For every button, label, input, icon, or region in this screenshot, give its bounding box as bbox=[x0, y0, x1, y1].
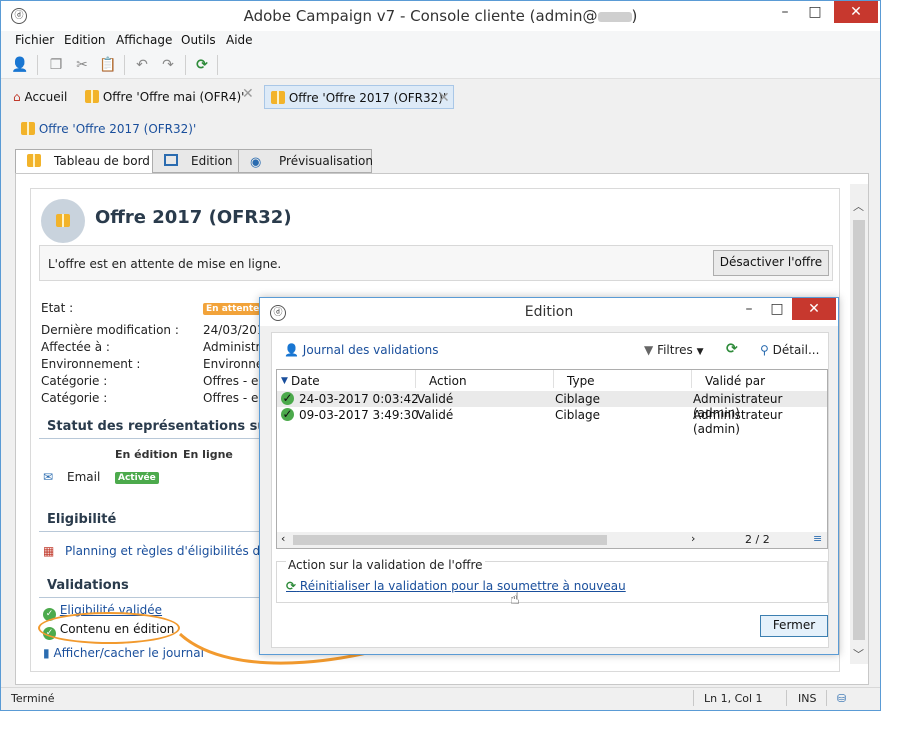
reset-validation-label: Réinitialiser la validation pour la soum… bbox=[299, 579, 626, 593]
dialog-body: 👤 Journal des validations ▼ Filtres ▼ ⟳ … bbox=[271, 332, 829, 648]
close-dialog-button[interactable]: Fermer bbox=[760, 615, 828, 637]
refresh-icon: ⟳ bbox=[286, 579, 297, 593]
action-group-legend: Action sur la validation de l'offre bbox=[286, 558, 485, 572]
cell-action: Validé bbox=[417, 392, 454, 406]
filter-icon: ▼ bbox=[644, 343, 654, 357]
column-separator bbox=[691, 370, 692, 388]
detail-label: Détail... bbox=[772, 343, 820, 357]
check-icon: ✓ bbox=[281, 391, 294, 405]
user-icon: 👤 bbox=[284, 343, 299, 357]
validations-list[interactable]: ▼ Date Action Type Validé par ✓ 24-03-20… bbox=[276, 369, 828, 549]
sort-desc-icon: ▼ bbox=[281, 376, 288, 386]
list-horizontal-scrollbar[interactable]: ‹ › 2 / 2 ≡ bbox=[277, 532, 827, 548]
cell-action: Validé bbox=[417, 408, 454, 422]
column-separator bbox=[415, 370, 416, 388]
detail-button[interactable]: ⚲ Détail... bbox=[760, 343, 819, 357]
col-header-action[interactable]: Action bbox=[429, 374, 467, 388]
list-menu-icon[interactable]: ≡ bbox=[813, 532, 822, 545]
dialog-close-button[interactable]: ✕ bbox=[792, 298, 836, 320]
table-row[interactable]: ✓ 24-03-2017 0:03:42 Validé Ciblage Admi… bbox=[277, 391, 827, 420]
refresh-icon[interactable]: ⟳ bbox=[726, 341, 738, 357]
hand-cursor-icon: ☝ bbox=[510, 589, 520, 608]
dialog-title-bar: ⓓ Edition – □ ✕ bbox=[260, 298, 838, 326]
chevron-down-icon: ▼ bbox=[696, 347, 704, 357]
reset-validation-link[interactable]: ⟳ Réinitialiser la validation pour la so… bbox=[286, 579, 626, 593]
cell-validator: Administrateur (admin) bbox=[693, 408, 783, 436]
check-icon: ✓ bbox=[281, 407, 294, 421]
filters-label: Filtres bbox=[657, 343, 693, 357]
column-separator bbox=[553, 370, 554, 388]
cell-date: 09-03-2017 3:49:30 bbox=[299, 408, 419, 422]
dialog-maximize-button[interactable]: □ bbox=[763, 298, 791, 320]
filters-button[interactable]: ▼ Filtres ▼ bbox=[644, 343, 704, 357]
col-header-type[interactable]: Type bbox=[567, 374, 595, 388]
scroll-right-icon[interactable]: › bbox=[691, 532, 695, 545]
dialog-minimize-button[interactable]: – bbox=[735, 298, 763, 320]
journal-header: 👤 Journal des validations bbox=[284, 343, 439, 357]
cell-type: Ciblage bbox=[555, 408, 601, 422]
scroll-thumb[interactable] bbox=[293, 535, 607, 545]
scroll-left-icon[interactable]: ‹ bbox=[281, 532, 285, 545]
cell-type: Ciblage bbox=[555, 392, 601, 406]
search-icon: ⚲ bbox=[760, 343, 769, 357]
edition-dialog: ⓓ Edition – □ ✕ 👤 Journal des validation… bbox=[259, 297, 839, 655]
table-row[interactable]: ✓ 09-03-2017 3:49:30 Validé Ciblage Admi… bbox=[277, 407, 827, 436]
col-header-valide-par[interactable]: Validé par bbox=[705, 374, 765, 388]
col-header-date[interactable]: Date bbox=[291, 374, 320, 388]
pager-text: 2 / 2 bbox=[745, 533, 770, 546]
cell-date: 24-03-2017 0:03:42 bbox=[299, 392, 419, 406]
journal-label: Journal des validations bbox=[302, 343, 439, 357]
